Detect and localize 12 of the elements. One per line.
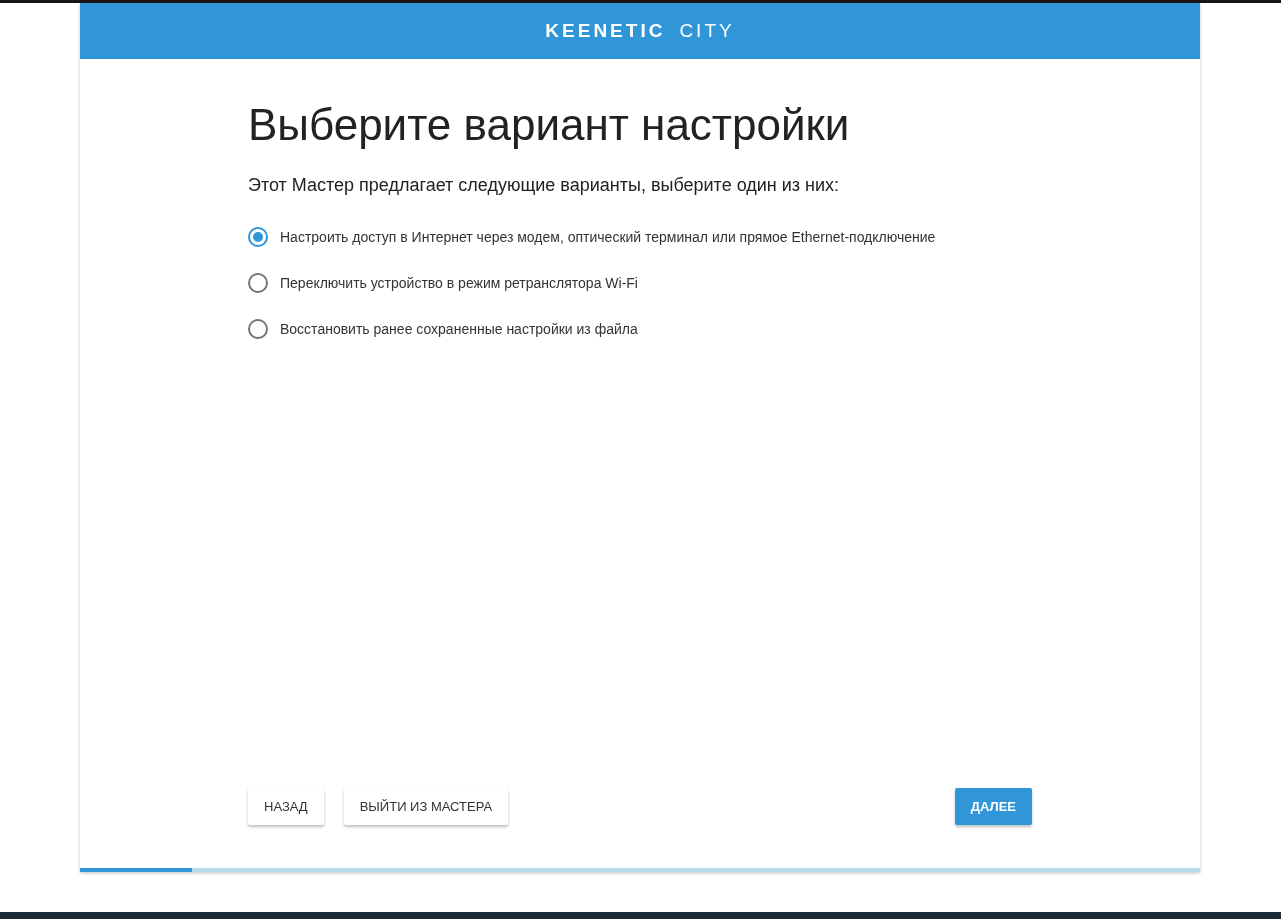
- page-title: Выберите вариант настройки: [248, 99, 851, 151]
- option-label[interactable]: Настроить доступ в Интернет через модем, оптический терминал или прямое Ethernet-подключение: [280, 229, 936, 245]
- brand-logo: KEENETIC: [545, 20, 666, 42]
- radio-button[interactable]: [248, 227, 268, 247]
- wizard-button[interactable]: ВЫЙТИ ИЗ МАСТЕРА: [343, 788, 509, 825]
- wizard-button[interactable]: НАЗАД: [248, 788, 324, 825]
- subtitle: Этот Мастер предлагает следующие варианты, выберите один из них:: [248, 175, 841, 196]
- radio-button[interactable]: [248, 319, 268, 339]
- option-label[interactable]: Переключить устройство в режим ретранслятора Wi-Fi: [280, 275, 638, 291]
- radio-button[interactable]: [248, 273, 268, 293]
- product-name: CITY: [679, 20, 735, 42]
- option-label[interactable]: Восстановить ранее сохраненные настройки из файла: [280, 321, 638, 337]
